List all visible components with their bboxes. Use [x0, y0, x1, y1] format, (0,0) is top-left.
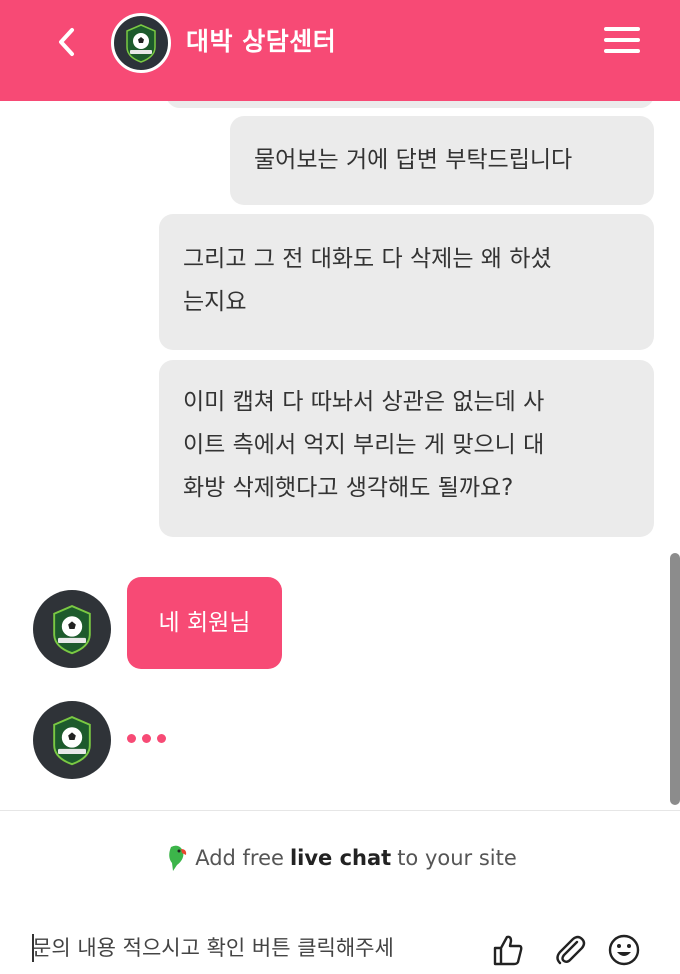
paperclip-icon	[556, 935, 586, 965]
chat-header: 대박 상담센터	[0, 0, 680, 101]
hamburger-menu-icon-bar	[604, 27, 640, 31]
user-message: 그리고 그 전 대화도 다 삭제는 왜 하셨 는지요	[159, 214, 654, 350]
hamburger-menu-icon-bar	[604, 49, 640, 53]
promo-bold: live chat	[289, 846, 392, 870]
back-button[interactable]	[50, 26, 82, 58]
message-line: 이미 캡쳐 다 따놔서 상관은 없는데 사	[183, 389, 545, 415]
user-message: 물어보는 거에 답변 부탁드립니다	[230, 116, 654, 205]
attach-button[interactable]	[552, 932, 588, 968]
promo-suffix: to your site	[397, 846, 517, 870]
livechat-promo-link[interactable]: Add free live chat to your site	[0, 843, 680, 873]
page-title: 대박 상담센터	[186, 27, 337, 56]
message-composer	[0, 920, 680, 974]
message-input[interactable]	[32, 930, 487, 966]
message-line: 화방 삭제햇다고 생각해도 될까요?	[183, 475, 514, 501]
typing-dot	[157, 734, 166, 743]
site-logo	[111, 13, 171, 73]
typing-indicator	[127, 734, 166, 743]
hamburger-menu-icon-bar	[604, 38, 640, 42]
typing-dot	[142, 734, 151, 743]
divider	[0, 810, 680, 811]
emoji-button[interactable]	[606, 932, 642, 968]
message-line: 물어보는 거에 답변 부탁드립니다	[254, 147, 573, 173]
text-caret	[32, 934, 34, 962]
smiley-icon	[608, 934, 640, 966]
soccer-ball-logo-icon	[126, 24, 156, 63]
agent-message: 네 회원님	[127, 577, 282, 669]
promo-prefix: Add free	[195, 846, 284, 870]
message-line: 이트 측에서 억지 부리는 게 맞으니 대	[183, 432, 545, 458]
message-list[interactable]: 물어보는 거에 답변 부탁드립니다 그리고 그 전 대화도 다 삭제는 왜 하셨…	[0, 101, 680, 810]
typing-dot	[127, 734, 136, 743]
like-button[interactable]	[490, 932, 526, 968]
user-message: 이미 캡쳐 다 따놔서 상관은 없는데 사 이트 측에서 억지 부리는 게 맞으…	[159, 360, 654, 537]
soccer-ball-logo-icon	[53, 605, 91, 655]
previous-message-bubble	[166, 101, 654, 108]
chevron-left-icon	[59, 28, 74, 56]
soccer-ball-logo-icon	[53, 716, 91, 766]
message-line: 그리고 그 전 대화도 다 삭제는 왜 하셨	[183, 246, 552, 272]
thumbs-up-icon	[493, 935, 523, 966]
agent-avatar	[33, 590, 111, 668]
menu-button[interactable]	[604, 27, 640, 55]
message-line: 는지요	[183, 289, 247, 315]
parrot-icon	[169, 845, 187, 871]
scrollbar-thumb[interactable]	[670, 553, 680, 805]
agent-avatar	[33, 701, 111, 779]
